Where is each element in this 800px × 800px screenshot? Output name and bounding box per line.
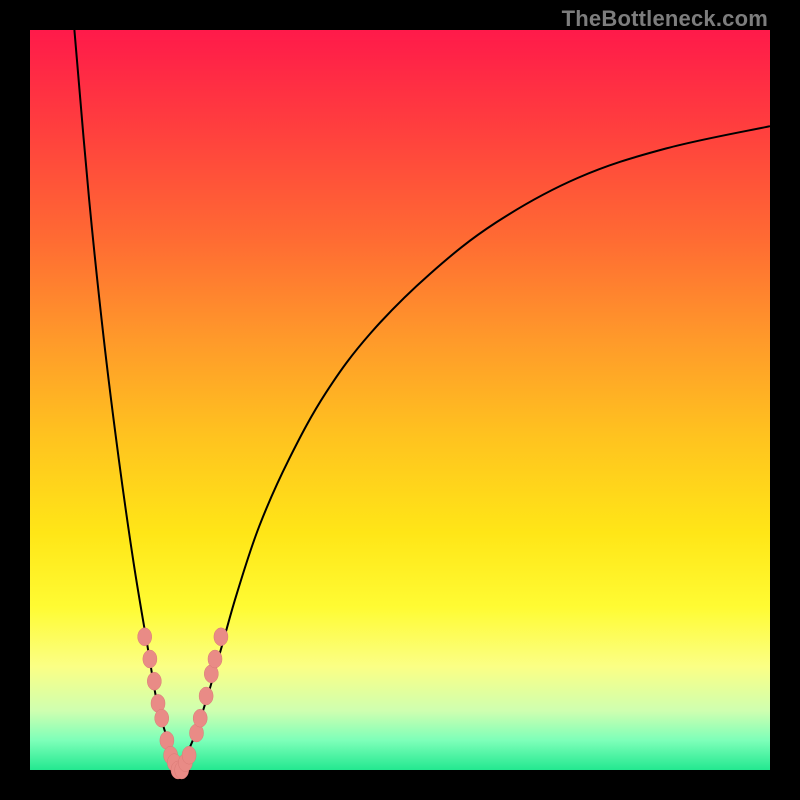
highlighted-point xyxy=(138,628,152,646)
highlighted-point xyxy=(214,628,228,646)
curve-left-branch xyxy=(74,30,178,770)
bottleneck-curve-plot xyxy=(30,30,770,770)
highlighted-point xyxy=(155,709,169,727)
watermark-text: TheBottleneck.com xyxy=(562,6,768,32)
highlighted-point xyxy=(143,650,157,668)
curve-right-branch xyxy=(178,126,770,770)
highlighted-point xyxy=(182,746,196,764)
chart-background-gradient xyxy=(30,30,770,770)
highlighted-point xyxy=(199,687,213,705)
highlighted-points-group xyxy=(138,628,228,779)
highlighted-point xyxy=(193,709,207,727)
highlighted-point xyxy=(208,650,222,668)
highlighted-point xyxy=(147,672,161,690)
